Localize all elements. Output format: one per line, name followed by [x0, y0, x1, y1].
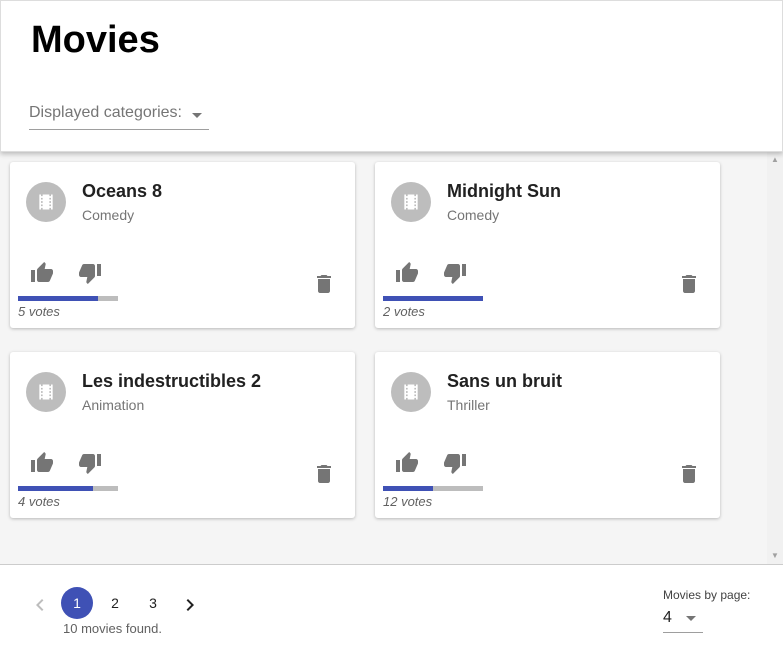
movie-category: Comedy: [447, 207, 500, 223]
categories-select-label: Displayed categories:: [29, 104, 182, 121]
movie-film-icon: [26, 372, 66, 412]
vote-ratio-fill: [18, 296, 98, 301]
vote-count: 5 votes: [18, 304, 60, 319]
movie-card: Sans un bruit Thriller 12 votes: [375, 352, 720, 518]
pagination-footer: 1 2 3 10 movies found. Movies by page: 4: [0, 564, 783, 654]
thumb-up-icon[interactable]: [395, 451, 419, 475]
thumb-down-icon[interactable]: [78, 261, 102, 285]
movie-category: Animation: [82, 397, 145, 413]
movie-title: Midnight Sun: [447, 181, 561, 201]
chevron-left-icon: [36, 599, 44, 611]
movies-per-page-value: 4: [663, 609, 672, 626]
movie-film-icon: [391, 372, 431, 412]
movie-card: Oceans 8 Comedy 5 votes: [10, 162, 355, 328]
page-button-1[interactable]: 1: [61, 587, 93, 619]
thumb-down-icon[interactable]: [443, 451, 467, 475]
movie-title: Oceans 8: [82, 181, 163, 201]
thumb-up-icon[interactable]: [395, 261, 419, 285]
chevron-right-icon: [186, 599, 194, 611]
results-count: 10 movies found.: [63, 621, 163, 636]
movie-category: Thriller: [447, 397, 490, 413]
thumb-up-icon[interactable]: [30, 451, 54, 475]
vote-ratio-fill: [383, 486, 433, 491]
movie-title: Sans un bruit: [447, 371, 563, 391]
delete-icon[interactable]: [677, 462, 701, 486]
vote-ratio-bar: [383, 486, 483, 491]
thumb-up-icon[interactable]: [30, 261, 54, 285]
vote-count: 2 votes: [383, 304, 425, 319]
chevron-down-icon: [686, 616, 696, 621]
movies-per-page-label: Movies by page:: [663, 588, 751, 602]
vote-count: 4 votes: [18, 494, 60, 509]
vertical-scrollbar[interactable]: ▲ ▼: [767, 152, 783, 564]
next-page-button[interactable]: [178, 593, 202, 617]
movie-title: Les indestructibles 2: [82, 371, 262, 391]
thumb-down-icon[interactable]: [78, 451, 102, 475]
vote-ratio-bar: [383, 296, 483, 301]
scroll-up-arrow-icon[interactable]: ▲: [771, 156, 779, 164]
movie-card: Les indestructibles 2 Animation 4 votes: [10, 352, 355, 518]
app-header: Movies Displayed categories:: [0, 0, 783, 152]
delete-icon[interactable]: [312, 272, 336, 296]
movie-category: Comedy: [82, 207, 135, 223]
vote-ratio-bar: [18, 296, 118, 301]
vote-count: 12 votes: [383, 494, 433, 509]
page-title: Movies: [31, 19, 160, 61]
vote-ratio-bar: [18, 486, 118, 491]
delete-icon[interactable]: [312, 462, 336, 486]
vote-ratio-fill: [383, 296, 483, 301]
movie-film-icon: [391, 182, 431, 222]
categories-select[interactable]: Displayed categories:: [29, 104, 209, 130]
movie-film-icon: [26, 182, 66, 222]
page-button-3[interactable]: 3: [137, 587, 169, 619]
previous-page-button[interactable]: [28, 593, 52, 617]
movie-card: Midnight Sun Comedy 2 votes: [375, 162, 720, 328]
page-button-2[interactable]: 2: [99, 587, 131, 619]
thumb-down-icon[interactable]: [443, 261, 467, 285]
scroll-down-arrow-icon[interactable]: ▼: [771, 552, 779, 560]
chevron-down-icon: [192, 113, 202, 118]
vote-ratio-fill: [18, 486, 93, 491]
movie-grid: Oceans 8 Comedy 5 votes Midnight Sun Com…: [0, 152, 767, 564]
movies-per-page-select[interactable]: 4: [663, 607, 703, 633]
delete-icon[interactable]: [677, 272, 701, 296]
